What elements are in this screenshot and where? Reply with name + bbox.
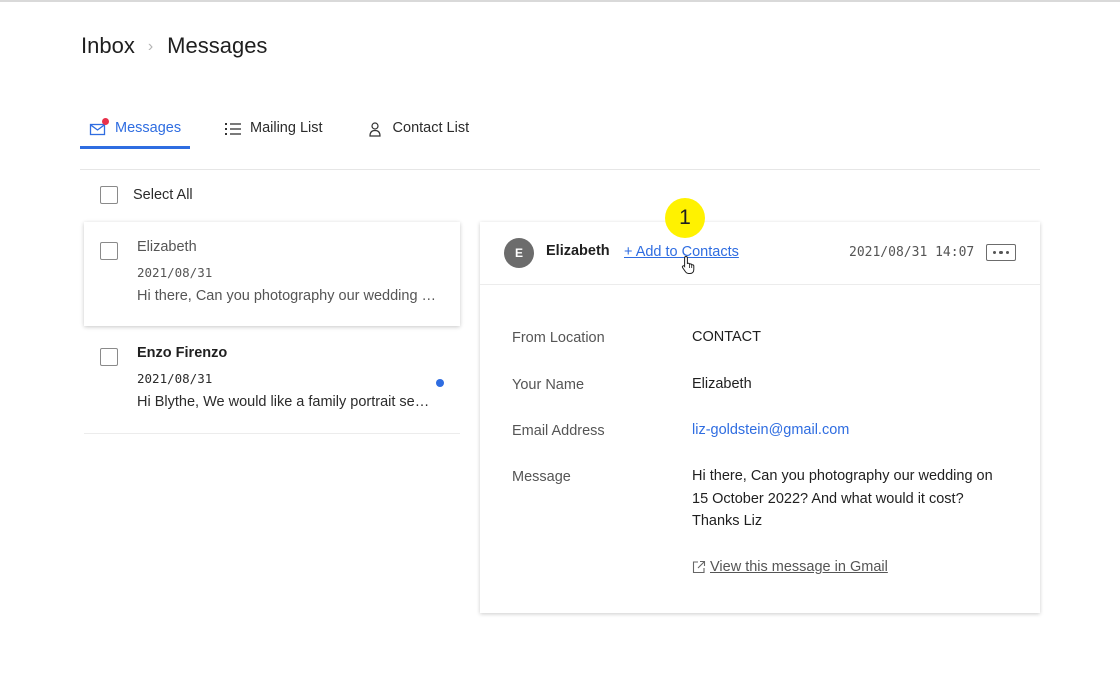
tab-label: Messages	[115, 120, 182, 136]
hand-cursor-icon	[681, 255, 695, 274]
field-label-your-name: Your Name	[512, 377, 585, 393]
top-border	[0, 0, 1120, 2]
breadcrumb-inbox[interactable]: Inbox	[81, 33, 135, 59]
avatar: E	[504, 238, 534, 268]
field-value-your-name: Elizabeth	[692, 376, 752, 392]
breadcrumb: Inbox › Messages	[81, 33, 267, 59]
step-annotation-badge: 1	[665, 198, 705, 238]
sender-name: Elizabeth	[546, 243, 610, 259]
more-dot-icon	[999, 250, 1003, 255]
envelope-icon	[89, 118, 109, 138]
more-options-button[interactable]	[986, 244, 1016, 261]
message-date: 2021/08/31	[137, 371, 213, 386]
message-date: 2021/08/31	[137, 265, 213, 280]
tab-bar: Messages Mailing List Contact List	[80, 110, 469, 150]
message-sender: Enzo Firenzo	[137, 345, 228, 361]
message-sender: Elizabeth	[137, 239, 197, 255]
field-label-message: Message	[512, 469, 571, 485]
email-address-link[interactable]: liz-goldstein@gmail.com	[692, 419, 849, 442]
field-value-message: Hi there, Can you photography our weddin…	[692, 468, 993, 529]
field-value-from-location: CONTACT	[692, 329, 762, 345]
breadcrumb-chevron-icon: ›	[147, 38, 154, 55]
view-in-gmail-link[interactable]: View this message in Gmail	[692, 559, 888, 575]
field-label-email-address: Email Address	[512, 423, 605, 439]
tab-label: Contact List	[392, 120, 470, 136]
field-label-from-location: From Location	[512, 330, 605, 346]
tab-messages[interactable]: Messages	[80, 110, 190, 149]
message-detail-panel: E Elizabeth + Add to Contacts 2021/08/31…	[480, 222, 1040, 613]
select-all-checkbox[interactable]	[100, 186, 118, 204]
list-item[interactable]: Enzo Firenzo 2021/08/31 Hi Blythe, We wo…	[84, 328, 460, 434]
external-link-icon	[692, 560, 706, 574]
message-detail-header: E Elizabeth + Add to Contacts 2021/08/31…	[480, 222, 1040, 285]
message-preview: Hi there, Can you photography our weddin…	[137, 288, 443, 304]
message-preview: Hi Blythe, We would like a family portra…	[137, 394, 431, 410]
unread-badge	[102, 118, 109, 125]
list-icon	[224, 120, 242, 138]
select-all-label: Select All	[133, 187, 193, 203]
tab-label: Mailing List	[250, 120, 323, 136]
list-item[interactable]: Elizabeth 2021/08/31 Hi there, Can you p…	[84, 222, 460, 326]
person-icon	[367, 120, 385, 138]
message-list: Elizabeth 2021/08/31 Hi there, Can you p…	[84, 222, 460, 434]
message-timestamp: 2021/08/31 14:07	[849, 245, 975, 260]
message-checkbox[interactable]	[100, 348, 118, 366]
tab-contact-list[interactable]: Contact List	[367, 110, 470, 149]
tab-mailing-list[interactable]: Mailing List	[224, 110, 323, 149]
message-checkbox[interactable]	[100, 242, 118, 260]
view-in-gmail-label: View this message in Gmail	[710, 559, 888, 575]
more-dot-icon	[1005, 250, 1010, 255]
divider	[80, 169, 1040, 170]
select-all[interactable]: Select All	[100, 186, 193, 204]
page-title: Messages	[167, 33, 268, 58]
more-dot-icon	[992, 250, 997, 255]
unread-indicator	[436, 379, 444, 387]
